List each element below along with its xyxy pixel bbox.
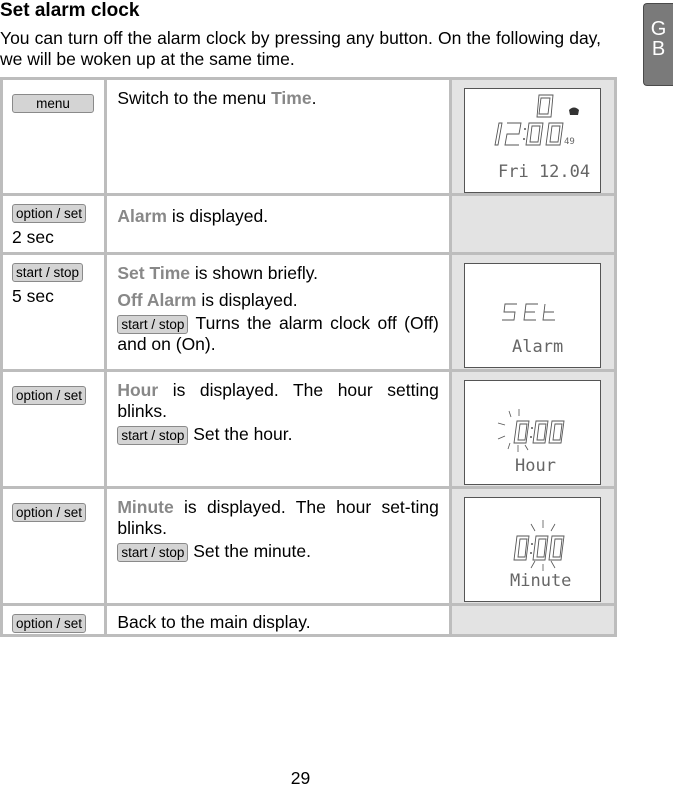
lcd-display-hour: Hour (464, 380, 602, 485)
lcd-label: Hour (515, 456, 556, 476)
lcd-seconds: 49 (564, 137, 575, 147)
text: Set the hour. (188, 424, 293, 444)
language-tab-letter: B (651, 38, 666, 60)
minute-highlight: Minute (117, 497, 174, 517)
option-set-button[interactable]: option / set (12, 503, 87, 522)
start-stop-button[interactable]: start / stop (117, 543, 189, 562)
text: is displayed. The hour setting blinks. (117, 380, 439, 421)
step-text: Hour is displayed. The hour setting blin… (117, 380, 438, 422)
lcd-digits (513, 420, 565, 444)
table-row: start / stop 5 sec Set Time is shown bri… (0, 252, 618, 372)
table-row: option / set Back to the main display. (0, 603, 618, 637)
text: Switch to the menu (117, 88, 272, 108)
step-text: start / stop Turns the alarm clock off (… (117, 313, 439, 355)
key-cell: option / set (0, 603, 108, 637)
table-row: option / set 2 sec Alarm is displayed. (0, 193, 618, 255)
start-stop-button[interactable]: start / stop (117, 315, 189, 334)
option-set-button[interactable]: option / set (12, 204, 87, 223)
lcd-time: 49 (494, 122, 575, 147)
text: is shown briefly. (189, 263, 319, 283)
lcd-label: Alarm (512, 337, 563, 357)
step-text: Back to the main display. (117, 612, 311, 632)
section-title: Set alarm clock (0, 0, 140, 21)
step-text: Alarm is displayed. (117, 206, 438, 227)
menu-name-highlight: Time (271, 88, 312, 108)
step-text: Minute is displayed. The hour set-ting b… (117, 497, 438, 539)
language-tab-letter: G (650, 18, 667, 40)
table-row: option / set Minute is displayed. The ho… (0, 486, 618, 606)
key-cell: start / stop 5 sec (0, 252, 108, 372)
menu-button[interactable]: menu (12, 94, 94, 113)
hold-duration: 2 sec (12, 227, 54, 247)
step-text: Switch to the menu Time. (117, 88, 438, 109)
lcd-display-minute: Minute (464, 497, 602, 602)
text: Set the minute. (188, 541, 311, 561)
lcd-segment-text (502, 303, 556, 321)
text: is displayed. (166, 206, 269, 226)
option-set-button[interactable]: option / set (12, 614, 87, 633)
step-text: start / stop Set the hour. (117, 424, 438, 445)
hour-highlight: Hour (117, 380, 159, 400)
description-cell: Minute is displayed. The hour set-ting b… (104, 486, 452, 606)
alarm-bell-icon (569, 107, 580, 115)
key-cell: menu (0, 77, 108, 196)
display-cell: Minute (448, 486, 618, 606)
lcd-hour-graphic: Hour (498, 409, 565, 476)
description-cell: Hour is displayed. The hour setting blin… (104, 369, 452, 489)
start-stop-button[interactable]: start / stop (12, 263, 84, 282)
table-row: option / set Hour is displayed. The hour… (0, 369, 618, 489)
lcd-digits (513, 535, 565, 561)
lcd-set-alarm-graphic: Alarm (502, 303, 564, 357)
lcd-display-set-alarm: Alarm (464, 263, 602, 368)
key-cell: option / set (0, 486, 108, 606)
hold-duration: 5 sec (12, 286, 54, 306)
lcd-label: Minute (510, 571, 571, 591)
description-cell: Set Time is shown briefly. Off Alarm is … (104, 252, 452, 372)
display-cell: Hour (448, 369, 618, 489)
set-time-highlight: Set Time (117, 263, 190, 283)
display-cell: Alarm (448, 252, 618, 372)
description-cell: Back to the main display. (104, 603, 452, 637)
lcd-top-digit (536, 94, 554, 118)
lcd-date: Fri 12.04 (498, 162, 590, 182)
description-cell: Alarm is displayed. (104, 193, 452, 255)
blink-rays-icon (498, 409, 529, 452)
lcd-clock-graphic: 49 Fri 12.04 (494, 94, 591, 182)
step-text: Set Time is shown briefly. (117, 263, 438, 284)
off-alarm-highlight: Off Alarm (117, 290, 197, 310)
step-text: Off Alarm is displayed. (117, 290, 438, 311)
text: . (311, 88, 317, 108)
display-cell-empty (448, 603, 618, 637)
lcd-display-clock: 49 Fri 12.04 (464, 88, 602, 193)
steps-table: menu Switch to the menu Time. 49 Fri 12.… (0, 77, 618, 637)
step-text: start / stop Set the minute. (117, 541, 438, 562)
key-cell: option / set 2 sec (0, 193, 108, 255)
option-set-button[interactable]: option / set (12, 386, 87, 405)
description-cell: Switch to the menu Time. (104, 77, 452, 196)
start-stop-button[interactable]: start / stop (117, 426, 189, 445)
table-row: menu Switch to the menu Time. 49 Fri 12.… (0, 77, 618, 196)
key-cell: option / set (0, 369, 108, 489)
display-cell: 49 Fri 12.04 (448, 77, 618, 196)
alarm-highlight: Alarm (117, 206, 167, 226)
intro-paragraph: You can turn off the alarm clock by pres… (0, 28, 601, 69)
display-cell-empty (448, 193, 618, 255)
lcd-minute-graphic: Minute (510, 520, 572, 591)
text: is displayed. (196, 290, 298, 310)
language-tab-gb[interactable]: G B (643, 3, 673, 86)
